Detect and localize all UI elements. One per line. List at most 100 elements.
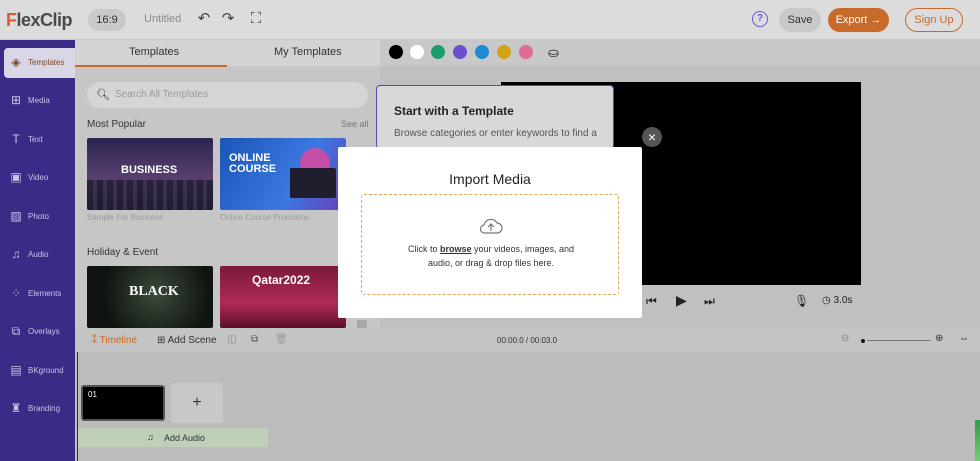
- logo-text: lexClip: [16, 10, 73, 30]
- start-template-tooltip: Start with a Template Browse categories …: [376, 85, 614, 149]
- sidebar-item-audio[interactable]: ♫ Audio: [4, 240, 75, 270]
- video-icon: ▣: [10, 170, 22, 184]
- template-search[interactable]: 🔍︎ Search All Templates: [87, 82, 368, 108]
- project-title[interactable]: Untitled: [144, 13, 181, 25]
- add-scene-icon: ⊞: [157, 335, 166, 346]
- drop-text-pre: Click to: [407, 244, 440, 254]
- sidebar-item-photo[interactable]: ▨ Photo: [4, 202, 75, 232]
- template-title: BUSINESS: [121, 164, 178, 176]
- photo-icon: ▨: [10, 209, 22, 223]
- color-swatch-pink[interactable]: [519, 45, 533, 59]
- redo-icon[interactable]: ↷: [218, 9, 238, 29]
- template-business[interactable]: BUSINESS: [87, 138, 213, 210]
- template-online-course[interactable]: ONLINE COURSE: [220, 138, 346, 210]
- see-all-link[interactable]: See all: [341, 119, 369, 129]
- logo-mark: F: [6, 10, 17, 30]
- browse-link[interactable]: browse: [440, 244, 472, 254]
- drop-zone[interactable]: Click to browse your videos, images, and…: [361, 194, 619, 295]
- play-icon[interactable]: ▶: [676, 292, 687, 309]
- template-caption: Online Course Promotion: [220, 213, 310, 222]
- sidebar-item-label: Media: [28, 96, 50, 105]
- trash-icon[interactable]: 🗑︎: [275, 334, 288, 345]
- save-button[interactable]: Save: [779, 8, 821, 32]
- close-icon[interactable]: ×: [642, 127, 662, 147]
- sidebar-item-video[interactable]: ▣ Video: [4, 163, 75, 193]
- sidebar-item-label: Text: [28, 135, 43, 144]
- template-title: BLACK: [129, 284, 179, 299]
- color-swatch-gold[interactable]: [497, 45, 511, 59]
- logo: FlexClip: [6, 10, 73, 31]
- import-media-modal: × Import Media Click to browse your vide…: [338, 127, 662, 318]
- city-skyline: [87, 180, 213, 210]
- template-qatar-2022[interactable]: Qatar2022: [220, 266, 346, 328]
- help-icon[interactable]: ?: [752, 11, 768, 27]
- scene-clip[interactable]: 01: [81, 385, 165, 421]
- tab-timeline[interactable]: ⁑ Timeline: [92, 335, 137, 346]
- sign-up-button[interactable]: Sign Up: [905, 8, 963, 32]
- microphone-icon[interactable]: 🎙︎: [794, 294, 809, 308]
- templates-panel: Templates My Templates 🔍︎ Search All Tem…: [75, 40, 380, 328]
- color-swatch-green[interactable]: [431, 45, 445, 59]
- sidebar-item-branding[interactable]: ♜ Branding: [4, 394, 75, 424]
- add-clip-button[interactable]: +: [171, 383, 223, 423]
- next-icon[interactable]: ⏭: [704, 294, 715, 309]
- color-swatch-purple[interactable]: [453, 45, 467, 59]
- aspect-ratio-button[interactable]: 16:9: [88, 9, 126, 31]
- previous-icon[interactable]: ⏮: [646, 294, 657, 309]
- top-bar: FlexClip 16:9 Untitled ↶ ↷ ⛶ ? Save Expo…: [0, 0, 980, 40]
- add-audio-button[interactable]: ♫ Add Audio: [78, 428, 268, 447]
- template-caption: Sample For Business: [87, 213, 164, 222]
- duplicate-icon[interactable]: ⧉: [251, 334, 258, 345]
- elements-icon: ⁘: [10, 286, 22, 300]
- zoom-out-icon[interactable]: ⊖: [841, 333, 849, 344]
- sidebar-item-label: Audio: [28, 250, 49, 259]
- color-swatch-black[interactable]: [389, 45, 403, 59]
- color-swatch-white[interactable]: [410, 45, 424, 59]
- clock-icon: ◷: [822, 295, 831, 306]
- add-scene-label: Add Scene: [167, 335, 217, 346]
- color-swatch-blue[interactable]: [475, 45, 489, 59]
- template-title: ONLINE COURSE: [229, 152, 277, 175]
- search-input[interactable]: Search All Templates: [115, 89, 208, 100]
- active-tab-indicator: [75, 65, 227, 67]
- duration-display[interactable]: ◷ 3.0s: [822, 295, 852, 306]
- fullscreen-icon[interactable]: ⛶: [246, 9, 266, 29]
- sidebar-item-background[interactable]: ▤ BKground: [4, 356, 75, 386]
- sidebar-item-overlays[interactable]: ⧉ Overlays: [4, 317, 75, 347]
- drop-instructions-line1: Click to browse your videos, images, and: [362, 244, 620, 254]
- timeline-area: 01 + ♫ Add Audio: [75, 352, 980, 461]
- zoom-slider-handle[interactable]: [861, 339, 865, 343]
- template-black-friday[interactable]: BLACK: [87, 266, 213, 328]
- sidebar-item-label: BKground: [28, 366, 64, 375]
- drop-instructions-line2: audio, or drag & drop files here.: [427, 258, 555, 268]
- sidebar-item-media[interactable]: ⊞ Media: [4, 86, 75, 116]
- sidebar-item-elements[interactable]: ⁘ Elements: [4, 279, 75, 309]
- upload-cloud-icon: [479, 218, 503, 234]
- tab-templates[interactable]: Templates: [129, 46, 179, 58]
- fill-bucket-icon[interactable]: ⛀: [548, 45, 559, 61]
- volume-meter: [975, 420, 980, 461]
- audio-icon: ♫: [11, 247, 21, 261]
- sidebar-item-label: Branding: [28, 404, 61, 413]
- zoom-slider-track[interactable]: [867, 340, 931, 341]
- panel-scrollbar[interactable]: [357, 320, 367, 328]
- tooltip-heading: Start with a Template: [394, 104, 514, 118]
- search-icon: 🔍︎: [96, 89, 110, 101]
- fit-width-icon[interactable]: ⇔: [959, 333, 969, 344]
- zoom-in-icon[interactable]: ⊕: [935, 333, 943, 344]
- add-scene-button[interactable]: ⊞ Add Scene: [157, 335, 217, 346]
- tab-my-templates[interactable]: My Templates: [274, 46, 342, 58]
- sidebar-item-templates[interactable]: ◈ Templates: [4, 48, 75, 78]
- add-audio-label: Add Audio: [164, 433, 206, 443]
- sidebar-item-label: Templates: [28, 58, 65, 67]
- timeline-label: Timeline: [99, 335, 138, 346]
- undo-icon[interactable]: ↶: [194, 9, 214, 29]
- timeline-toolbar: ⁑ Timeline ⊞ Add Scene ◫ ⧉ 🗑︎ 00:00.0 / …: [75, 328, 980, 352]
- sidebar-item-label: Video: [28, 173, 49, 182]
- export-button[interactable]: Export →: [828, 8, 889, 32]
- sidebar-item-text[interactable]: T Text: [4, 125, 75, 155]
- sidebar: ◈ Templates ⊞ Media T Text ▣ Video ▨ Photo ♫ A…: [0, 40, 75, 461]
- split-icon[interactable]: ◫: [227, 334, 236, 345]
- layers-icon: ◈: [11, 55, 21, 69]
- section-holiday-event: Holiday & Event: [87, 247, 159, 258]
